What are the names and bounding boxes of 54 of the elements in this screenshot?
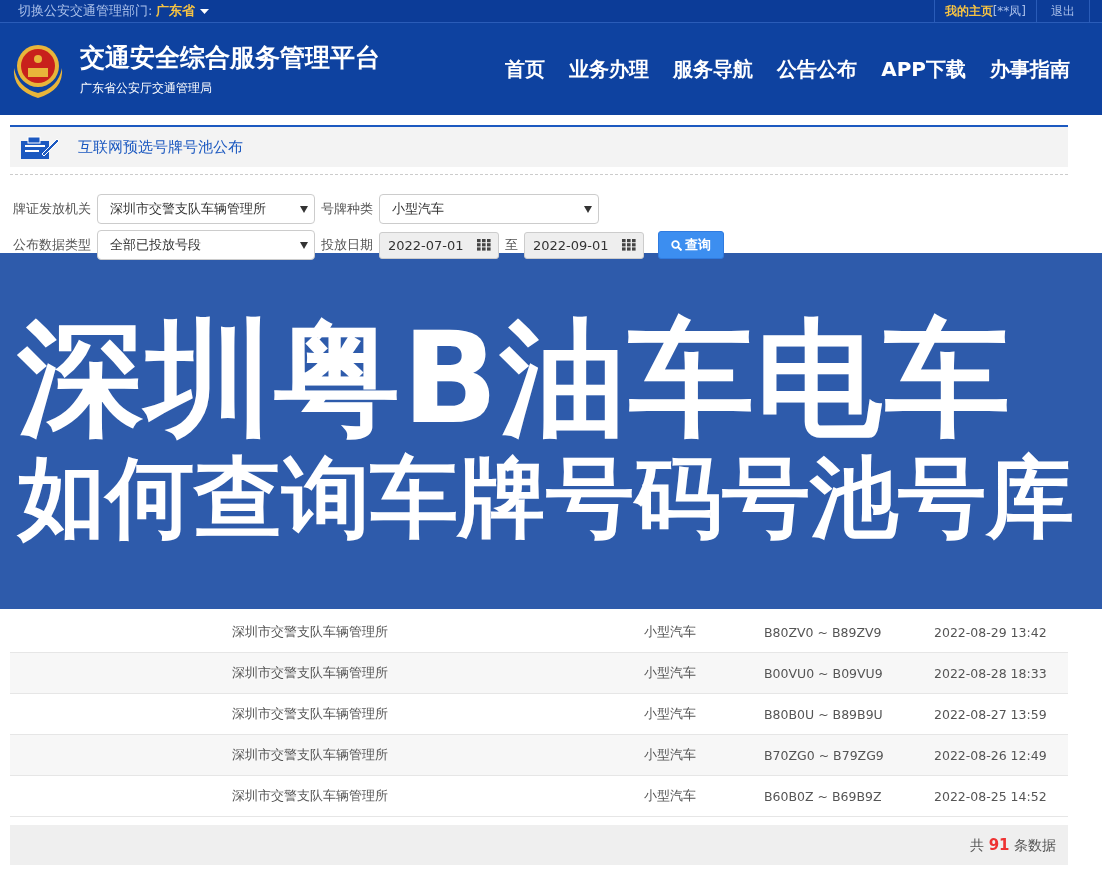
total-count: 共 91 条数据 [970,835,1056,855]
table-cell-text: 小型汽车 [644,787,697,805]
issuer-dropdown[interactable]: 深圳市交警支队车辆管理所 [97,194,315,224]
banner-headline: 深圳粤B油车电车 [18,315,1013,442]
date-separator: 至 [505,236,518,254]
calendar-icon[interactable] [622,239,636,251]
plate-type-label: 号牌种类 [321,200,373,218]
caret-icon [200,8,210,14]
table-cell-text: 2022-08-25 14:52 [934,788,1048,804]
table-cell-text: 小型汽车 [644,746,697,764]
data-type-label: 公布数据类型 [13,236,91,254]
table-cell-text: B80B0U ~ B89B9U [764,706,884,722]
table-cell-text: B00VU0 ~ B09VU9 [764,665,884,681]
end-date-field[interactable]: 2022-09-01 [524,231,644,259]
nav-link[interactable]: 业务办理 [569,55,650,83]
form-edit-icon [20,134,60,160]
province-dropdown[interactable]: 广东省 [156,2,210,20]
caret-icon [584,205,592,213]
table-cell-text: 深圳市交警支队车辆管理所 [232,664,389,682]
caret-icon [300,205,308,213]
table-cell-text: 深圳市交警支队车辆管理所 [232,746,389,764]
table-cell-text: 2022-08-28 18:33 [934,665,1048,681]
data-type-dropdown[interactable]: 全部已投放号段 [97,230,315,260]
table-cell-text: B70ZG0 ~ B79ZG9 [764,747,885,763]
platform-subtitle: 广东省公安厅交通管理局 [80,80,213,97]
nav-link[interactable]: 公告公布 [777,55,858,83]
nav-link[interactable]: 办事指南 [990,55,1070,83]
plate-type-dropdown[interactable]: 小型汽车 [379,194,599,224]
nav-link[interactable]: APP下载 [881,55,966,83]
nav-link[interactable]: 首页 [505,55,546,83]
my-home-link[interactable]: 我的主页[**凤] [933,0,1036,22]
table-cell-text: 深圳市交警支队车辆管理所 [232,787,389,805]
table-cell-text: B60B0Z ~ B69B9Z [764,788,883,804]
date-label: 投放日期 [321,236,373,254]
issuer-label: 牌证发放机关 [13,200,91,218]
table-cell-text: 小型汽车 [644,664,697,682]
table-cell-text: B80ZV0 ~ B89ZV9 [764,624,883,640]
table-cell-text: 小型汽车 [644,705,697,723]
nav-link[interactable]: 服务导航 [673,55,754,83]
logout-link[interactable]: 退出 [1036,0,1090,22]
caret-icon [300,241,308,249]
search-icon [671,239,682,251]
start-date-field[interactable]: 2022-07-01 [379,231,499,259]
section-header: 互联网预选号牌号池公布 [10,125,1068,167]
switch-department-label: 切换公安交通管理部门: [18,2,153,20]
table-cell-text: 2022-08-29 13:42 [934,624,1048,640]
table-cell-text: 2022-08-26 12:49 [934,747,1048,763]
table-cell-text: 深圳市交警支队车辆管理所 [232,623,389,641]
table-cell-text: 2022-08-27 13:59 [934,706,1048,722]
table-cell-text: 深圳市交警支队车辆管理所 [232,705,389,723]
platform-title: 交通安全综合服务管理平台 [80,42,380,74]
calendar-icon[interactable] [477,239,491,251]
banner-subheadline: 如何查询车牌号码号池号库 [18,449,1075,547]
table-cell-text: 小型汽车 [644,623,697,641]
